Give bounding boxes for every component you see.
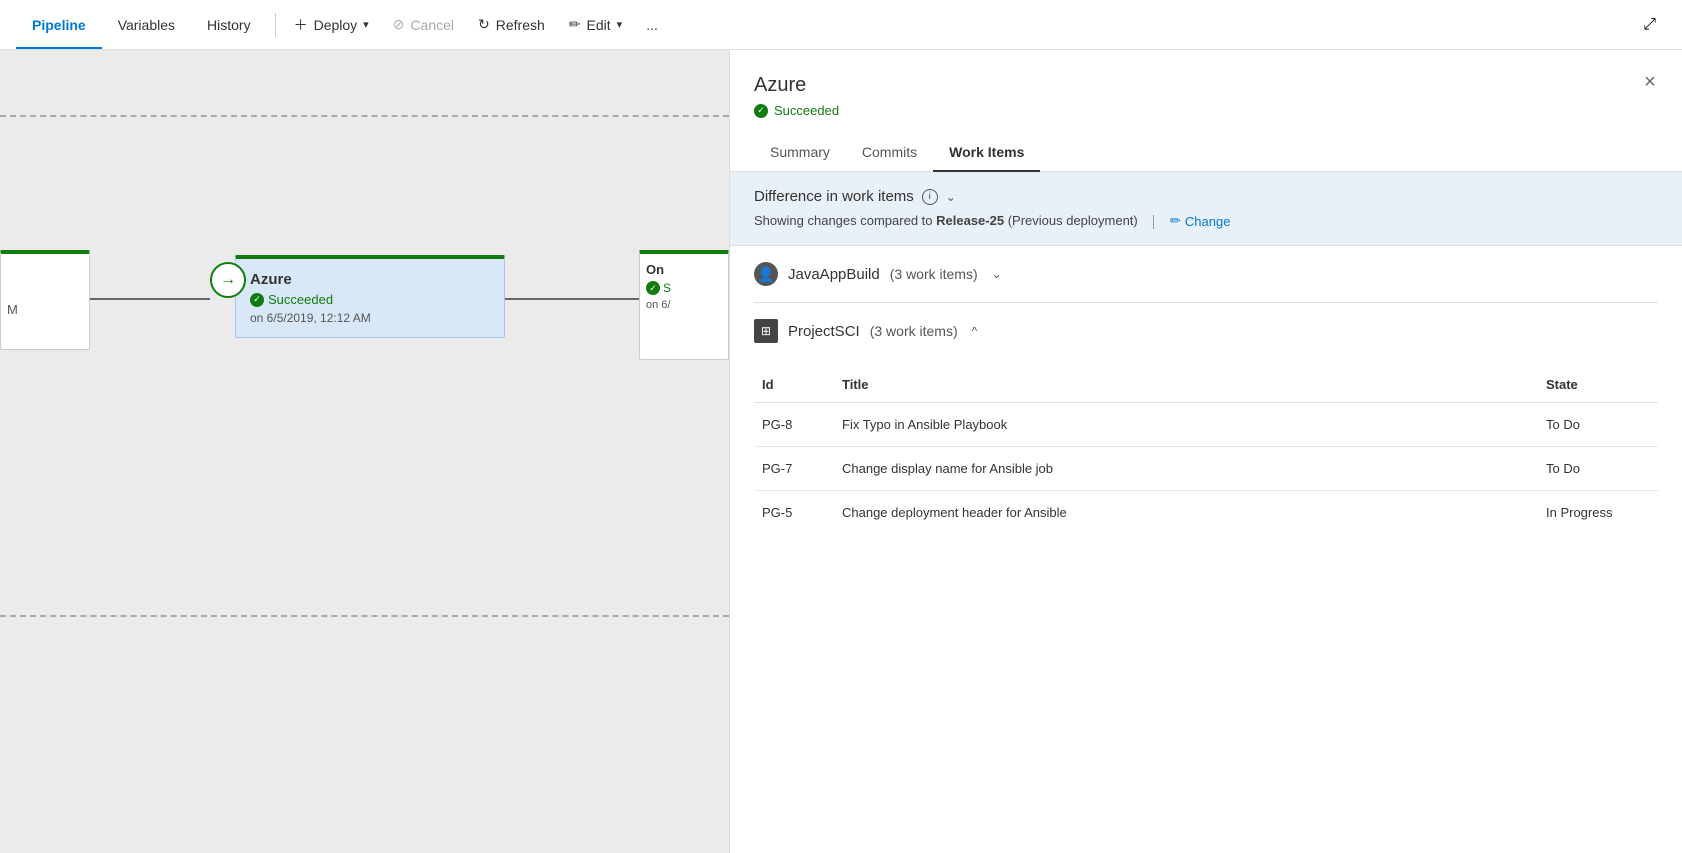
panel-title: Azure — [754, 74, 1658, 97]
stage-name: Azure — [250, 271, 490, 288]
stage-date: on 6/5/2019, 12:12 AM — [250, 311, 490, 325]
tab-variables[interactable]: Variables — [102, 0, 191, 49]
more-button[interactable]: ... — [636, 11, 668, 39]
col-header-state: State — [1538, 367, 1658, 403]
pipeline-canvas: M → Azure ✓ Succeeded on 6/5/2019, 12:12… — [0, 50, 730, 853]
change-link[interactable]: ✏ Change — [1170, 213, 1230, 229]
nav-actions: ＋ Deploy ▾ ⊘ Cancel ↻ Refresh ✏ Edit ▾ .… — [284, 9, 668, 41]
expand-button[interactable]: ⤢ — [1633, 10, 1666, 40]
work-items-body: 👤 JavaAppBuild (3 work items) ⌄ ⊞ Projec… — [730, 246, 1682, 534]
stage-left-partial: M — [0, 250, 90, 350]
tab-summary[interactable]: Summary — [754, 134, 846, 172]
cell-id: PG-8 — [754, 403, 834, 447]
cell-state: To Do — [1538, 403, 1658, 447]
success-dot-icon: ✓ — [250, 293, 264, 307]
nav-divider — [275, 13, 276, 37]
dashed-line-bottom — [0, 615, 729, 617]
col-header-title: Title — [834, 367, 1538, 403]
group-project-sci[interactable]: ⊞ ProjectSCI (3 work items) ^ — [754, 303, 1658, 359]
diff-divider — [1153, 215, 1154, 229]
right-success-dot: ✓ — [646, 281, 660, 295]
java-build-chevron-icon: ⌄ — [992, 267, 1002, 281]
edit-pencil-icon: ✏ — [1170, 213, 1181, 229]
deploy-button[interactable]: ＋ Deploy ▾ — [284, 9, 379, 41]
tab-commits[interactable]: Commits — [846, 134, 933, 172]
cancel-icon: ⊘ — [393, 16, 405, 33]
connector-line-right — [505, 298, 645, 300]
diff-header: Difference in work items i ⌄ — [754, 188, 1658, 205]
stage-status: ✓ Succeeded — [250, 292, 490, 307]
stage-right-partial: On ✓ S on 6/ — [639, 250, 729, 360]
top-nav: Pipeline Variables History ＋ Deploy ▾ ⊘ … — [0, 0, 1682, 50]
cancel-button[interactable]: ⊘ Cancel — [383, 10, 464, 39]
panel-content: Difference in work items i ⌄ Showing cha… — [730, 172, 1682, 853]
tab-workitems[interactable]: Work Items — [933, 134, 1040, 172]
info-icon: i — [922, 189, 938, 205]
expand-icon: ⤢ — [1643, 16, 1656, 33]
main-area: M → Azure ✓ Succeeded on 6/5/2019, 12:12… — [0, 50, 1682, 853]
panel-header: Azure ✓ Succeeded × Summary Commits Work… — [730, 50, 1682, 172]
col-header-id: Id — [754, 367, 834, 403]
tab-history[interactable]: History — [191, 0, 267, 49]
table-row[interactable]: PG-7 Change display name for Ansible job… — [754, 447, 1658, 491]
table-row[interactable]: PG-8 Fix Typo in Ansible Playbook To Do — [754, 403, 1658, 447]
group-java-app-build[interactable]: 👤 JavaAppBuild (3 work items) ⌄ — [754, 246, 1658, 303]
cell-state: In Progress — [1538, 491, 1658, 535]
java-app-build-icon: 👤 — [754, 262, 778, 286]
table-row[interactable]: PG-5 Change deployment header for Ansibl… — [754, 491, 1658, 535]
refresh-button[interactable]: ↻ Refresh — [468, 10, 555, 39]
stage-arrow-circle[interactable]: → — [210, 262, 246, 298]
plus-icon: ＋ — [294, 15, 308, 35]
deploy-chevron-icon: ▾ — [363, 18, 369, 31]
dashed-line-top — [0, 115, 729, 117]
cell-title: Change display name for Ansible job — [834, 447, 1538, 491]
close-button[interactable]: × — [1634, 66, 1666, 98]
edit-button[interactable]: ✏ Edit ▾ — [559, 10, 632, 39]
panel-tabs: Summary Commits Work Items — [754, 134, 1658, 171]
cell-state: To Do — [1538, 447, 1658, 491]
connector-line-left — [90, 298, 210, 300]
panel-status: ✓ Succeeded — [754, 103, 1658, 118]
right-panel: Azure ✓ Succeeded × Summary Commits Work… — [730, 50, 1682, 853]
stage-box-azure[interactable]: Azure ✓ Succeeded on 6/5/2019, 12:12 AM — [235, 255, 505, 338]
diff-section: Difference in work items i ⌄ Showing cha… — [730, 172, 1682, 246]
refresh-icon: ↻ — [478, 16, 490, 33]
cell-title: Change deployment header for Ansible — [834, 491, 1538, 535]
cell-id: PG-5 — [754, 491, 834, 535]
project-sci-chevron-icon: ^ — [972, 324, 978, 338]
diff-chevron-icon[interactable]: ⌄ — [946, 190, 956, 204]
edit-chevron-icon: ▾ — [617, 18, 623, 31]
cell-id: PG-7 — [754, 447, 834, 491]
cell-title: Fix Typo in Ansible Playbook — [834, 403, 1538, 447]
work-items-table: Id Title State PG-8 Fix Typo in Ansible … — [754, 367, 1658, 534]
project-sci-icon: ⊞ — [754, 319, 778, 343]
edit-icon: ✏ — [569, 16, 581, 33]
close-icon: × — [1644, 71, 1656, 94]
diff-description: Showing changes compared to Release-25 (… — [754, 213, 1658, 229]
panel-success-dot-icon: ✓ — [754, 104, 768, 118]
tab-pipeline[interactable]: Pipeline — [16, 0, 102, 49]
